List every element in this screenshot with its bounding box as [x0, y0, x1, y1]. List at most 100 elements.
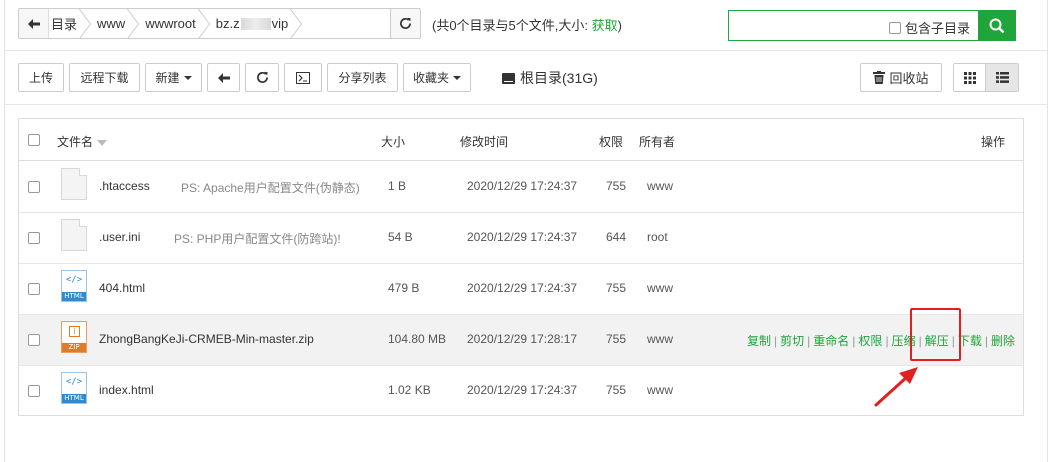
compress-link[interactable]: 压缩	[892, 334, 916, 348]
header-name[interactable]: 文件名	[57, 133, 108, 150]
list-icon	[995, 72, 1009, 83]
file-icon	[61, 219, 87, 251]
arrow-left-icon	[217, 72, 230, 83]
search-button[interactable]	[978, 10, 1016, 41]
sort-down-icon	[97, 139, 108, 146]
summary-text: (共0个目录与5个文件,大小:	[432, 18, 592, 33]
new-button[interactable]: 新建	[145, 63, 202, 92]
row-checkbox[interactable]	[28, 334, 40, 346]
file-permission[interactable]: 644	[606, 230, 626, 244]
search-input[interactable]: 包含子目录	[728, 10, 978, 41]
favorites-label: 收藏夹	[412, 71, 449, 85]
zip-icon-glyph: i	[69, 326, 80, 337]
breadcrumb-label: bz.z	[215, 16, 240, 31]
file-permission[interactable]: 755	[606, 281, 626, 295]
file-name[interactable]: index.html	[99, 383, 154, 397]
rename-link[interactable]: 重命名	[813, 334, 849, 348]
separator: |	[918, 334, 922, 348]
file-permission[interactable]: 755	[606, 383, 626, 397]
grid-view-button[interactable]	[953, 63, 986, 92]
file-name[interactable]: ZhongBangKeJi-CRMEB-Min-master.zip	[99, 332, 314, 346]
delete-link[interactable]: 删除	[991, 334, 1015, 348]
back-button[interactable]	[19, 9, 49, 38]
refresh-path-button[interactable]	[390, 8, 421, 39]
file-size: 54 B	[388, 230, 413, 244]
breadcrumb-label: 目录	[51, 17, 78, 32]
fetch-size-link[interactable]: 获取	[592, 18, 618, 33]
table-row[interactable]: i ZIP ZhongBangKeJi-CRMEB-Min-master.zip …	[19, 315, 1023, 366]
file-permission[interactable]: 755	[606, 332, 626, 346]
file-owner: root	[647, 230, 668, 244]
go-back-button[interactable]	[207, 63, 240, 92]
breadcrumb-item-site[interactable]: bz.z vip	[210, 9, 302, 38]
header-permission[interactable]: 权限	[599, 133, 623, 150]
zip-icon-tag: ZIP	[62, 343, 86, 352]
file-owner: www	[647, 179, 673, 193]
permission-link[interactable]: 权限	[858, 334, 882, 348]
row-checkbox[interactable]	[28, 232, 40, 244]
file-remark: PS: PHP用户配置文件(防跨站)!	[174, 232, 341, 246]
table-row[interactable]: .user.ini PS: PHP用户配置文件(防跨站)! 54 B 2020/…	[19, 213, 1023, 264]
favorites-button[interactable]: 收藏夹	[403, 63, 471, 92]
file-permission[interactable]: 755	[606, 179, 626, 193]
extract-link[interactable]: 解压	[925, 334, 949, 348]
refresh-icon	[400, 17, 411, 29]
divider	[5, 104, 1047, 105]
share-list-button[interactable]: 分享列表	[327, 63, 398, 92]
upload-label: 上传	[28, 71, 53, 85]
file-name[interactable]: 404.html	[99, 281, 145, 295]
refresh-button[interactable]	[245, 63, 279, 92]
header-owner[interactable]: 所有者	[639, 133, 675, 150]
upload-button[interactable]: 上传	[18, 63, 64, 92]
row-checkbox[interactable]	[28, 385, 40, 397]
arrow-left-icon	[27, 18, 40, 29]
separator: |	[774, 334, 778, 348]
summary-close: )	[617, 18, 622, 33]
cut-link[interactable]: 剪切	[780, 334, 804, 348]
file-owner: www	[647, 281, 673, 295]
breadcrumb-item-wwwroot[interactable]: wwwroot	[139, 9, 210, 38]
breadcrumb-label: www	[97, 16, 126, 31]
checkbox[interactable]	[888, 21, 901, 34]
copy-link[interactable]: 复制	[747, 334, 771, 348]
file-owner: www	[647, 332, 673, 346]
include-subdir-checkbox[interactable]: 包含子目录	[888, 18, 970, 37]
html-icon-glyph: </>	[65, 275, 83, 285]
header-mtime[interactable]: 修改时间	[460, 133, 508, 150]
row-operations: 复制 | 剪切 | 重命名 | 权限 | 压缩 | 解压 | 下载 | 删除	[747, 332, 1015, 349]
file-mtime: 2020/12/29 17:24:37	[467, 179, 578, 193]
include-subdir-label: 包含子目录	[904, 21, 970, 36]
breadcrumb-item-www[interactable]: www	[91, 9, 139, 38]
file-owner: www	[647, 383, 673, 397]
new-label: 新建	[155, 71, 180, 85]
file-size: 104.80 MB	[388, 332, 447, 346]
list-view-button[interactable]	[985, 63, 1019, 92]
root-directory-info[interactable]: 根目录(31G)	[502, 68, 598, 88]
html-file-icon: </> HTML	[61, 372, 87, 404]
divider	[5, 50, 1047, 51]
file-size: 1.02 KB	[388, 383, 431, 397]
row-checkbox[interactable]	[28, 181, 40, 193]
remote-download-button[interactable]: 远程下载	[69, 63, 140, 92]
row-checkbox[interactable]	[28, 283, 40, 295]
file-mtime: 2020/12/29 17:24:37	[467, 383, 578, 397]
select-all-checkbox[interactable]	[28, 134, 40, 146]
separator: |	[807, 334, 811, 348]
panel-right-border	[1047, 0, 1048, 462]
header-name-label: 文件名	[57, 135, 94, 149]
recycle-bin-button[interactable]: 回收站	[860, 63, 942, 92]
breadcrumb-item-root[interactable]: 目录	[49, 9, 91, 38]
chevron-down-icon	[453, 75, 461, 80]
remote-download-label: 远程下载	[80, 71, 129, 85]
file-name[interactable]: .htaccess	[99, 179, 150, 193]
table-row[interactable]: </> HTML 404.html 479 B 2020/12/29 17:24:…	[19, 264, 1023, 315]
directory-summary: (共0个目录与5个文件,大小: 获取)	[432, 15, 622, 34]
header-size[interactable]: 大小	[381, 133, 405, 150]
chevron-down-icon	[183, 75, 192, 80]
refresh-icon	[256, 71, 268, 83]
download-link[interactable]: 下载	[958, 334, 982, 348]
table-row[interactable]: .htaccess PS: Apache用户配置文件(伪静态) 1 B 2020…	[19, 162, 1023, 213]
file-name[interactable]: .user.ini	[99, 230, 140, 244]
terminal-button[interactable]	[284, 63, 322, 92]
zip-file-icon: i ZIP	[61, 321, 87, 353]
